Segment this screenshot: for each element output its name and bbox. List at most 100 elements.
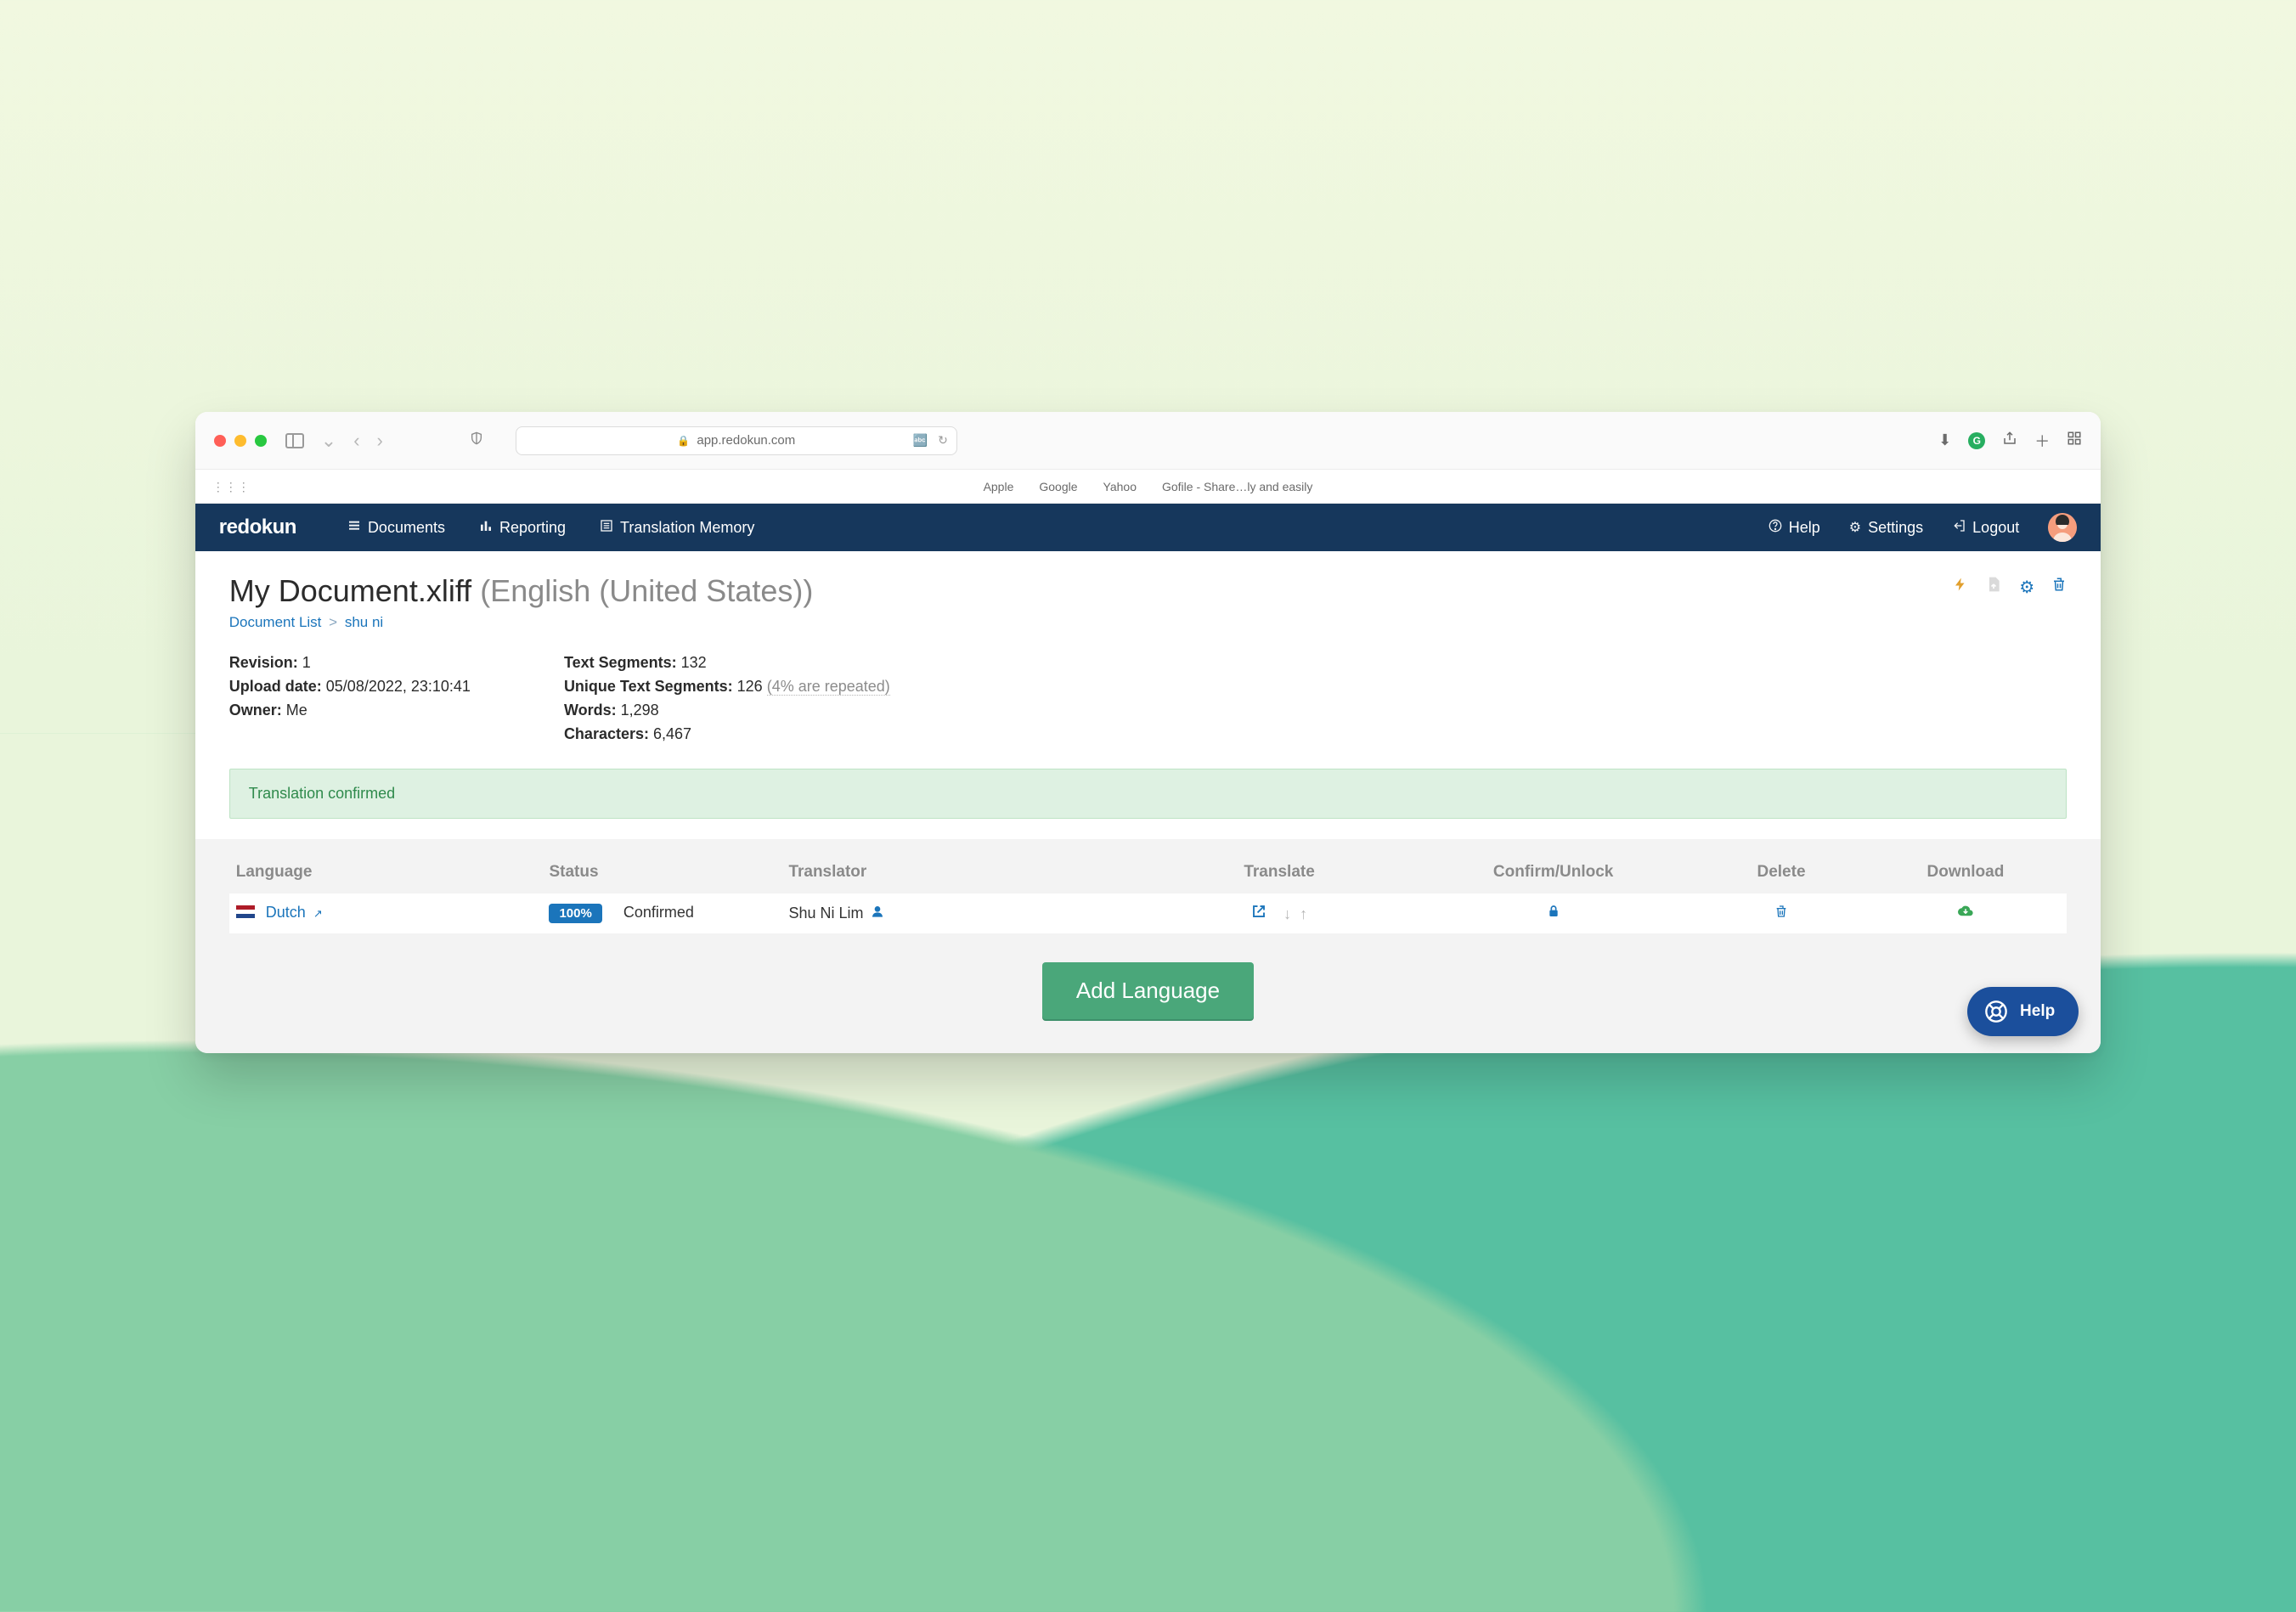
- breadcrumb-separator: >: [325, 614, 341, 630]
- downloads-icon[interactable]: ⬇: [1938, 431, 1951, 449]
- bolt-icon[interactable]: [1953, 575, 1968, 599]
- back-icon[interactable]: ‹: [353, 430, 359, 452]
- th-translator: Translator: [781, 863, 1150, 893]
- arrow-up-icon[interactable]: ↑: [1300, 905, 1307, 922]
- owner-value: Me: [286, 702, 307, 719]
- breadcrumb-current[interactable]: shu ni: [345, 614, 383, 630]
- brand-logo[interactable]: redokun: [219, 516, 296, 539]
- bookmark-bar: ⋮⋮⋮ Apple Google Yahoo Gofile - Share…ly…: [195, 470, 2101, 504]
- download-icon[interactable]: [1957, 905, 1974, 922]
- address-bar[interactable]: 🔒 app.redokun.com 🔤 ↻: [516, 426, 957, 455]
- browser-chrome: ⌄ ‹ › 🔒 app.redokun.com 🔤 ↻ ⬇ G ＋: [195, 412, 2101, 470]
- chars-value: 6,467: [653, 725, 691, 742]
- nav-reporting[interactable]: Reporting: [479, 519, 566, 537]
- forward-icon[interactable]: ›: [377, 430, 383, 452]
- breadcrumb-root[interactable]: Document List: [229, 614, 322, 630]
- document-lang: (English (United States)): [480, 573, 813, 608]
- unique-hint: (4% are repeated): [767, 678, 890, 696]
- apps-grid-icon[interactable]: ⋮⋮⋮: [212, 480, 251, 494]
- words-value: 1,298: [621, 702, 659, 719]
- upload-label: Upload date:: [229, 678, 322, 695]
- help-fab-label: Help: [2020, 1002, 2055, 1021]
- flag-nl-icon: [236, 905, 255, 922]
- traffic-lights: [214, 435, 267, 447]
- document-meta: Revision: 1 Upload date: 05/08/2022, 23:…: [229, 651, 2067, 747]
- app-navbar: redokun Documents Reporting Translation …: [195, 504, 2101, 551]
- nav-reporting-label: Reporting: [499, 519, 566, 537]
- bookmark-yahoo[interactable]: Yahoo: [1103, 480, 1137, 493]
- status-badge: 100%: [549, 904, 601, 923]
- success-alert: Translation confirmed: [229, 769, 2067, 819]
- stack-icon: [347, 519, 361, 537]
- table-row: Dutch ↗ 100% Confirmed Shu Ni Lim: [229, 893, 2067, 933]
- th-download: Download: [1864, 863, 2068, 893]
- user-avatar[interactable]: [2048, 513, 2077, 542]
- chevron-down-icon[interactable]: ⌄: [321, 430, 336, 452]
- question-circle-icon: [1769, 519, 1782, 537]
- th-language: Language: [229, 863, 543, 893]
- th-delete: Delete: [1698, 863, 1864, 893]
- nav-help-label: Help: [1789, 519, 1820, 537]
- reload-icon[interactable]: ↻: [938, 433, 948, 448]
- new-tab-icon[interactable]: ＋: [2034, 430, 2050, 452]
- browser-window: ⌄ ‹ › 🔒 app.redokun.com 🔤 ↻ ⬇ G ＋: [195, 412, 2101, 1053]
- nav-settings-label: Settings: [1868, 519, 1923, 537]
- languages-section: Language Status Translator Translate Con…: [195, 839, 2101, 1053]
- upload-revision-icon[interactable]: [1985, 576, 2002, 598]
- chars-label: Characters:: [564, 725, 649, 742]
- lock-icon[interactable]: [1547, 905, 1560, 922]
- nav-logout[interactable]: Logout: [1952, 519, 2019, 537]
- help-fab[interactable]: Help: [1967, 987, 2079, 1036]
- lock-icon: 🔒: [677, 435, 690, 447]
- words-label: Words:: [564, 702, 617, 719]
- nav-help[interactable]: Help: [1769, 519, 1820, 537]
- close-window-button[interactable]: [214, 435, 226, 447]
- tab-overview-icon[interactable]: [2067, 431, 2082, 450]
- segments-label: Text Segments:: [564, 654, 677, 671]
- upload-value: 05/08/2022, 23:10:41: [326, 678, 471, 695]
- grammarly-extension-icon[interactable]: G: [1968, 432, 1985, 449]
- arrow-down-icon[interactable]: ↓: [1283, 905, 1291, 922]
- page-body: My Document.xliff (English (United State…: [195, 551, 2101, 819]
- open-editor-icon[interactable]: [1251, 905, 1271, 922]
- page-title: My Document.xliff (English (United State…: [229, 573, 814, 609]
- lifebuoy-icon: [1984, 1000, 2008, 1023]
- languages-table: Language Status Translator Translate Con…: [229, 863, 2067, 933]
- th-translate: Translate: [1150, 863, 1408, 893]
- chrome-right-icons: ⬇ G ＋: [1938, 430, 2082, 452]
- address-url: app.redokun.com: [697, 433, 795, 448]
- revision-value: 1: [302, 654, 311, 671]
- sidebar-toggle-icon[interactable]: [285, 433, 304, 448]
- nav-logout-label: Logout: [1972, 519, 2019, 537]
- th-status: Status: [542, 863, 781, 893]
- revision-label: Revision:: [229, 654, 298, 671]
- bookmark-google[interactable]: Google: [1039, 480, 1077, 493]
- breadcrumb: Document List > shu ni: [229, 614, 2067, 631]
- translator-name: Shu Ni Lim: [788, 905, 863, 922]
- bookmark-apple[interactable]: Apple: [984, 480, 1014, 493]
- language-link[interactable]: Dutch: [266, 904, 306, 921]
- fullscreen-window-button[interactable]: [255, 435, 267, 447]
- chrome-left-icons: ⌄ ‹ ›: [285, 430, 383, 452]
- share-icon[interactable]: [2002, 431, 2017, 450]
- status-text: Confirmed: [623, 904, 694, 921]
- bookmark-gofile[interactable]: Gofile - Share…ly and easily: [1162, 480, 1312, 493]
- segments-value: 132: [681, 654, 707, 671]
- unique-label: Unique Text Segments:: [564, 678, 733, 695]
- nav-documents-label: Documents: [368, 519, 445, 537]
- add-language-button[interactable]: Add Language: [1042, 962, 1254, 1019]
- nav-documents[interactable]: Documents: [347, 519, 445, 537]
- owner-label: Owner:: [229, 702, 282, 719]
- external-link-icon[interactable]: ↗: [313, 907, 323, 920]
- delete-document-icon[interactable]: [2051, 576, 2067, 598]
- th-confirm: Confirm/Unlock: [1408, 863, 1699, 893]
- nav-settings[interactable]: ⚙ Settings: [1849, 519, 1923, 537]
- user-icon[interactable]: [871, 905, 884, 922]
- nav-tm[interactable]: Translation Memory: [600, 519, 754, 537]
- delete-row-icon[interactable]: [1774, 905, 1788, 922]
- nav-tm-label: Translation Memory: [620, 519, 754, 537]
- translate-page-icon[interactable]: 🔤: [913, 433, 928, 448]
- minimize-window-button[interactable]: [234, 435, 246, 447]
- document-settings-icon[interactable]: ⚙: [2019, 577, 2034, 598]
- privacy-shield-icon[interactable]: [470, 431, 483, 450]
